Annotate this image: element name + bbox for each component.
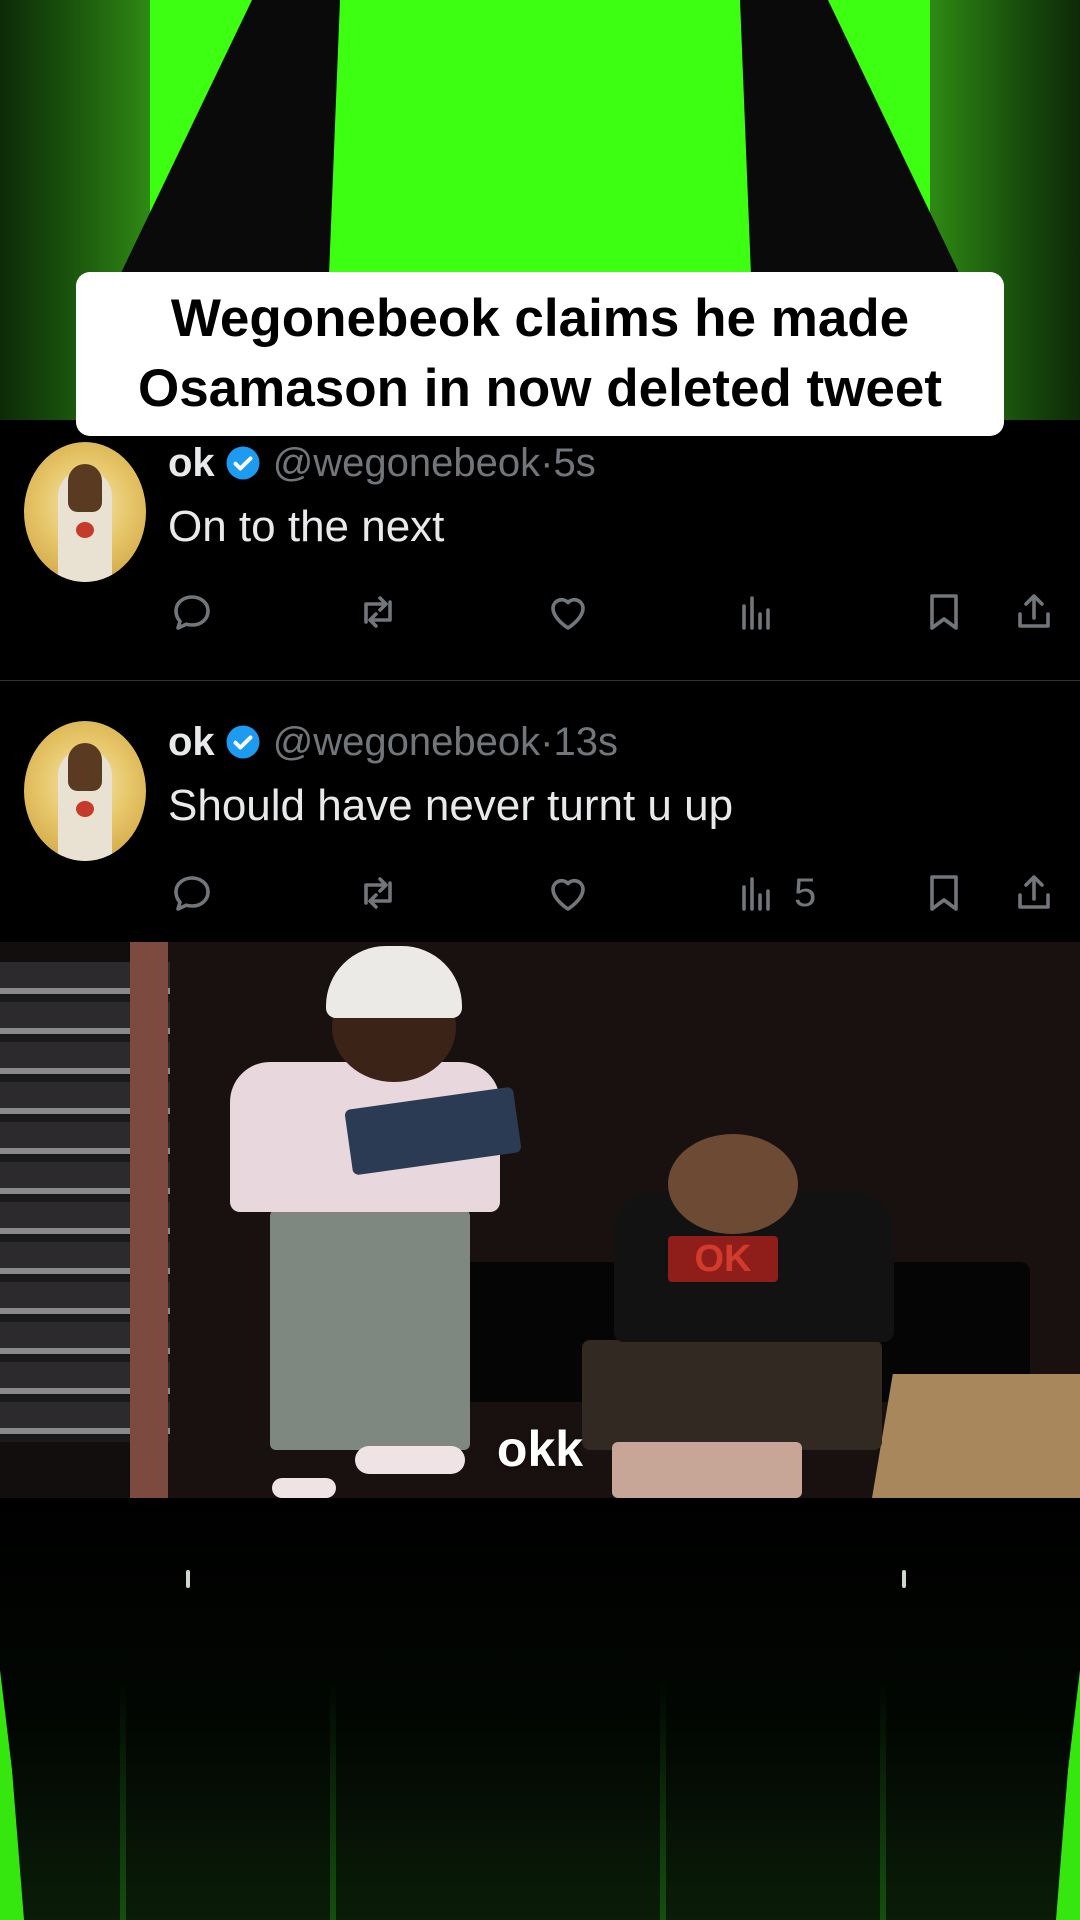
- reply-button[interactable]: [168, 588, 216, 636]
- background-streak: [330, 1680, 336, 1920]
- background-streak: [660, 1680, 666, 1920]
- bookmark-button[interactable]: [920, 588, 968, 636]
- bookmark-icon: [930, 594, 958, 630]
- tweet-time[interactable]: 5s: [553, 441, 595, 486]
- caption-line-2: Osamason in now deleted tweet: [137, 359, 942, 418]
- right-dark-shape: [740, 0, 960, 275]
- tweet-card[interactable]: ok @wegonebeok · 5s On to the next: [0, 420, 1080, 681]
- seated-person-head: [668, 1134, 798, 1234]
- retweet-button[interactable]: [354, 588, 402, 636]
- share-button[interactable]: [1010, 869, 1058, 917]
- bookmark-button[interactable]: [920, 869, 968, 917]
- separator-dot: ·: [540, 719, 554, 764]
- reply-button[interactable]: [168, 869, 216, 917]
- tweet-header: ok @wegonebeok · 13s: [168, 719, 618, 765]
- caption-line-1: Wegonebeok claims he made: [170, 289, 910, 348]
- views-icon: [742, 596, 770, 630]
- retweet-icon: [364, 877, 392, 909]
- like-button[interactable]: [544, 588, 592, 636]
- rack-frame: [130, 942, 168, 1498]
- tweet-header: ok @wegonebeok · 5s: [168, 440, 596, 486]
- bottom-background: [0, 1498, 1080, 1920]
- retweet-button[interactable]: [354, 869, 402, 917]
- video-subtitle: okk: [496, 1421, 584, 1477]
- caption-box: Wegonebeok claims he made Osamason in no…: [76, 272, 1004, 436]
- display-name[interactable]: ok: [168, 720, 215, 765]
- views-button[interactable]: 5: [732, 869, 816, 917]
- avatar-hair: [68, 743, 102, 791]
- views-count: 5: [794, 870, 817, 915]
- tweet-text: Should have never turnt u up: [168, 781, 734, 830]
- tweet-text: On to the next: [168, 502, 445, 551]
- right-green-edge: [1056, 1670, 1080, 1920]
- hoodie-logo: OK: [668, 1236, 778, 1282]
- verified-badge-icon: [225, 724, 261, 760]
- avatar[interactable]: [24, 442, 146, 582]
- standing-person-jeans: [270, 1210, 470, 1450]
- like-icon: [551, 597, 585, 630]
- views-button[interactable]: [732, 588, 794, 636]
- separator-dot: ·: [540, 440, 554, 485]
- background-speck: [902, 1570, 906, 1588]
- retweet-icon: [364, 596, 392, 628]
- display-name[interactable]: ok: [168, 441, 215, 486]
- video-frame[interactable]: OK okk: [0, 942, 1080, 1498]
- share-button[interactable]: [1010, 588, 1058, 636]
- left-green-edge: [0, 1670, 24, 1920]
- verified-badge-icon: [225, 445, 261, 481]
- avatar[interactable]: [24, 721, 146, 861]
- share-icon: [1018, 875, 1050, 909]
- background-streak: [120, 1680, 126, 1920]
- like-icon: [551, 878, 585, 911]
- avatar-hair: [68, 464, 102, 512]
- standing-person-shoe: [272, 1478, 336, 1498]
- background-speck: [186, 1570, 190, 1588]
- like-button[interactable]: [544, 869, 592, 917]
- left-dark-shape: [120, 0, 340, 275]
- avatar-heart: [76, 801, 94, 817]
- user-handle[interactable]: @wegonebeok: [273, 441, 540, 486]
- hoodie-logo-text: OK: [694, 1238, 752, 1280]
- tweet-actions: [0, 580, 1080, 640]
- avatar-heart: [76, 522, 94, 538]
- tweet-time[interactable]: 13s: [553, 720, 618, 765]
- share-icon: [1018, 594, 1050, 628]
- reply-icon: [174, 876, 210, 911]
- background-streak: [880, 1680, 886, 1920]
- tweet-card[interactable]: ok @wegonebeok · 13s Should have never t…: [0, 681, 1080, 941]
- user-handle[interactable]: @wegonebeok: [273, 720, 540, 765]
- tweet-actions: 5: [0, 861, 1080, 921]
- bookmark-icon: [930, 875, 958, 911]
- views-icon: [742, 877, 770, 911]
- reply-icon: [174, 595, 210, 630]
